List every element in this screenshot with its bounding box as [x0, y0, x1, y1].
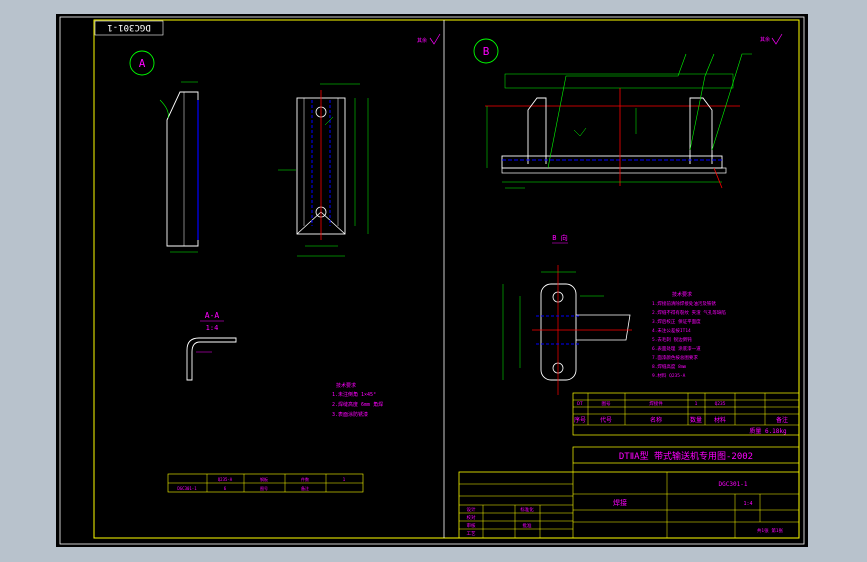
svg-text:件数: 件数	[301, 476, 309, 482]
project-title: DTⅡA型 带式输送机专用图-2002	[619, 450, 753, 462]
svg-text:4.未注公差按IT14: 4.未注公差按IT14	[652, 327, 691, 334]
svg-text:焊接件: 焊接件	[649, 400, 663, 407]
svg-text:图号: 图号	[260, 485, 268, 491]
svg-text:技术要求: 技术要求	[672, 291, 692, 298]
material-header-seq: 序号	[574, 416, 586, 424]
tb-label-approve: 批准	[523, 522, 532, 529]
drawing-background	[56, 14, 808, 547]
tb-label-standard: 标准化	[520, 506, 534, 513]
drawing-name: 焊接	[613, 498, 627, 507]
svg-text:DGC301-1: DGC301-1	[177, 486, 197, 491]
svg-text:3.焊后校正 保证平面度: 3.焊后校正 保证平面度	[652, 318, 701, 325]
svg-text:2.焊缝不得有裂纹 夹渣 气孔等缺陷: 2.焊缝不得有裂纹 夹渣 气孔等缺陷	[652, 309, 726, 316]
svg-text:DT: DT	[577, 401, 583, 407]
svg-text:其余: 其余	[760, 36, 770, 43]
material-header-code: 代号	[600, 416, 612, 424]
svg-text:技术要求: 技术要求	[336, 382, 356, 389]
tb-label-check: 校对	[467, 514, 476, 521]
cad-drawing-canvas: DGC301-1 A B 其余 其余 A-A 1:4 技术要求 1.未注倒角 1…	[56, 14, 808, 547]
svg-text:1.焊接前清除焊接处油污及铁锈: 1.焊接前清除焊接处油污及铁锈	[652, 300, 716, 307]
svg-text:钢板: 钢板	[260, 476, 268, 482]
material-header-qty: 数量	[690, 416, 702, 424]
svg-text:1.未注倒角 1×45°: 1.未注倒角 1×45°	[332, 391, 376, 398]
drawing-number: DGC301-1	[719, 481, 748, 488]
svg-text:2.焊缝高度 6mm 角焊: 2.焊缝高度 6mm 角焊	[332, 401, 383, 408]
tb-label-design: 设计	[467, 506, 476, 513]
svg-text:3.表面涂防锈漆: 3.表面涂防锈漆	[332, 411, 368, 418]
weight-label: 质量 6.18kg	[749, 427, 787, 435]
section-label: A-A	[205, 311, 220, 320]
drawing-number-rotated: DGC301-1	[107, 22, 150, 32]
svg-text:Q235: Q235	[715, 401, 726, 407]
section-scale: 1:4	[206, 324, 219, 332]
svg-text:Q235-A: Q235-A	[218, 477, 233, 482]
svg-text:1: 1	[695, 401, 698, 407]
svg-text:9.材料 Q235-A: 9.材料 Q235-A	[652, 372, 686, 379]
b-direction-label: B 向	[552, 233, 567, 242]
svg-text:备注: 备注	[301, 485, 309, 491]
material-header-note: 备注	[776, 416, 788, 424]
drawing-scale: 1:4	[743, 501, 752, 507]
view-b-label: B	[483, 45, 490, 58]
drawing-sheet: 共1张 第1张	[757, 527, 784, 534]
view-a-label: A	[139, 57, 146, 70]
tb-label-review: 审核	[467, 522, 476, 529]
svg-text:其余: 其余	[417, 37, 427, 44]
svg-text:图号: 图号	[602, 401, 611, 407]
tb-label-process: 工艺	[467, 531, 476, 537]
svg-text:6.表面处理 涂底漆一道: 6.表面处理 涂底漆一道	[652, 345, 701, 352]
svg-text:7.面漆颜色按总图要求: 7.面漆颜色按总图要求	[652, 354, 698, 361]
material-header-material: 材料	[714, 416, 726, 424]
svg-text:8.焊缝高度 8mm: 8.焊缝高度 8mm	[652, 363, 687, 370]
material-header-name: 名称	[650, 416, 662, 424]
svg-text:5.去毛刺 锐边倒钝: 5.去毛刺 锐边倒钝	[652, 336, 692, 343]
